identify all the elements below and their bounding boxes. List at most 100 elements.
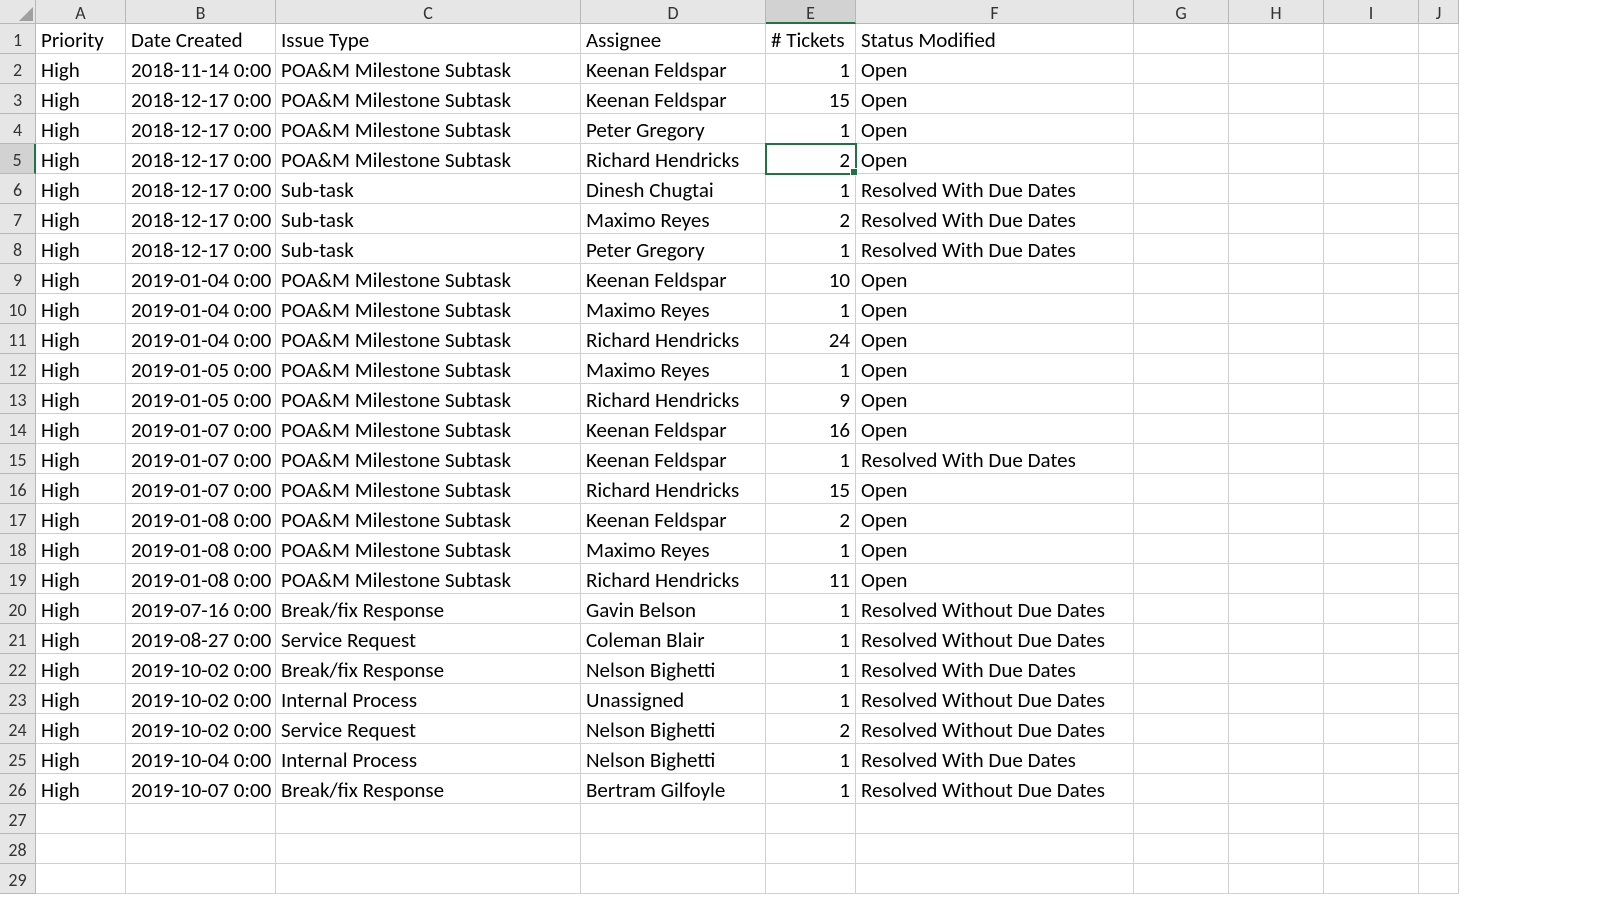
cell-G26[interactable] — [1134, 774, 1229, 804]
cell-H14[interactable] — [1229, 414, 1324, 444]
header-cell-F1[interactable]: Status Modified — [856, 24, 1134, 54]
cell-A25[interactable]: High — [36, 744, 126, 774]
cell-I18[interactable] — [1324, 534, 1419, 564]
cell-J29[interactable] — [1419, 864, 1459, 894]
cell-F29[interactable] — [856, 864, 1134, 894]
cell-D18[interactable]: Maximo Reyes — [581, 534, 766, 564]
cell-C20[interactable]: Break/fix Response — [276, 594, 581, 624]
cell-C3[interactable]: POA&M Milestone Subtask — [276, 84, 581, 114]
row-header-19[interactable]: 19 — [0, 564, 36, 594]
row-header-6[interactable]: 6 — [0, 174, 36, 204]
cell-C12[interactable]: POA&M Milestone Subtask — [276, 354, 581, 384]
cell-I10[interactable] — [1324, 294, 1419, 324]
cell-G13[interactable] — [1134, 384, 1229, 414]
cell-G10[interactable] — [1134, 294, 1229, 324]
cell-C22[interactable]: Break/fix Response — [276, 654, 581, 684]
cell-J13[interactable] — [1419, 384, 1459, 414]
cell-J10[interactable] — [1419, 294, 1459, 324]
cell-A7[interactable]: High — [36, 204, 126, 234]
cell-A11[interactable]: High — [36, 324, 126, 354]
cell-H12[interactable] — [1229, 354, 1324, 384]
cell-D25[interactable]: Nelson Bighetti — [581, 744, 766, 774]
cell-D4[interactable]: Peter Gregory — [581, 114, 766, 144]
cell-H19[interactable] — [1229, 564, 1324, 594]
cell-J22[interactable] — [1419, 654, 1459, 684]
cell-G16[interactable] — [1134, 474, 1229, 504]
cell-A19[interactable]: High — [36, 564, 126, 594]
row-header-8[interactable]: 8 — [0, 234, 36, 264]
cell-C18[interactable]: POA&M Milestone Subtask — [276, 534, 581, 564]
cell-C27[interactable] — [276, 804, 581, 834]
cell-J17[interactable] — [1419, 504, 1459, 534]
cell-B6[interactable]: 2018-12-17 0:00 — [126, 174, 276, 204]
cell-G25[interactable] — [1134, 744, 1229, 774]
cell-G29[interactable] — [1134, 864, 1229, 894]
cell-B4[interactable]: 2018-12-17 0:00 — [126, 114, 276, 144]
cell-E12[interactable]: 1 — [766, 354, 856, 384]
cell-E26[interactable]: 1 — [766, 774, 856, 804]
row-header-4[interactable]: 4 — [0, 114, 36, 144]
cell-E7[interactable]: 2 — [766, 204, 856, 234]
cell-E14[interactable]: 16 — [766, 414, 856, 444]
cell-D17[interactable]: Keenan Feldspar — [581, 504, 766, 534]
cell-C15[interactable]: POA&M Milestone Subtask — [276, 444, 581, 474]
cell-I17[interactable] — [1324, 504, 1419, 534]
cell-D7[interactable]: Maximo Reyes — [581, 204, 766, 234]
cell-I11[interactable] — [1324, 324, 1419, 354]
cell-C23[interactable]: Internal Process — [276, 684, 581, 714]
cell-I29[interactable] — [1324, 864, 1419, 894]
cell-B29[interactable] — [126, 864, 276, 894]
header-cell-D1[interactable]: Assignee — [581, 24, 766, 54]
cell-G19[interactable] — [1134, 564, 1229, 594]
cell-J19[interactable] — [1419, 564, 1459, 594]
cell-H9[interactable] — [1229, 264, 1324, 294]
cell-D23[interactable]: Unassigned — [581, 684, 766, 714]
cell-A15[interactable]: High — [36, 444, 126, 474]
cell-E3[interactable]: 15 — [766, 84, 856, 114]
cell-C13[interactable]: POA&M Milestone Subtask — [276, 384, 581, 414]
cell-H11[interactable] — [1229, 324, 1324, 354]
cell-I2[interactable] — [1324, 54, 1419, 84]
cell-B3[interactable]: 2018-12-17 0:00 — [126, 84, 276, 114]
cell-E21[interactable]: 1 — [766, 624, 856, 654]
cell-E10[interactable]: 1 — [766, 294, 856, 324]
cell-J21[interactable] — [1419, 624, 1459, 654]
cell-J14[interactable] — [1419, 414, 1459, 444]
cell-D11[interactable]: Richard Hendricks — [581, 324, 766, 354]
row-header-5[interactable]: 5 — [0, 144, 36, 174]
header-cell-A1[interactable]: Priority — [36, 24, 126, 54]
row-header-11[interactable]: 11 — [0, 324, 36, 354]
cell-H16[interactable] — [1229, 474, 1324, 504]
cell-C24[interactable]: Service Request — [276, 714, 581, 744]
cell-G4[interactable] — [1134, 114, 1229, 144]
cell-C11[interactable]: POA&M Milestone Subtask — [276, 324, 581, 354]
cell-H6[interactable] — [1229, 174, 1324, 204]
cell-A28[interactable] — [36, 834, 126, 864]
cell-H4[interactable] — [1229, 114, 1324, 144]
cell-G7[interactable] — [1134, 204, 1229, 234]
cell-F19[interactable]: Open — [856, 564, 1134, 594]
cell-F25[interactable]: Resolved With Due Dates — [856, 744, 1134, 774]
cell-D14[interactable]: Keenan Feldspar — [581, 414, 766, 444]
cell-E8[interactable]: 1 — [766, 234, 856, 264]
cell-G15[interactable] — [1134, 444, 1229, 474]
header-cell-J1[interactable] — [1419, 24, 1459, 54]
cell-B21[interactable]: 2019-08-27 0:00 — [126, 624, 276, 654]
cell-C28[interactable] — [276, 834, 581, 864]
cell-I6[interactable] — [1324, 174, 1419, 204]
cell-H27[interactable] — [1229, 804, 1324, 834]
cell-G11[interactable] — [1134, 324, 1229, 354]
cell-J11[interactable] — [1419, 324, 1459, 354]
cell-H28[interactable] — [1229, 834, 1324, 864]
cell-I12[interactable] — [1324, 354, 1419, 384]
cell-B23[interactable]: 2019-10-02 0:00 — [126, 684, 276, 714]
column-header-D[interactable]: D — [581, 0, 766, 24]
cell-H24[interactable] — [1229, 714, 1324, 744]
cell-A20[interactable]: High — [36, 594, 126, 624]
cell-B19[interactable]: 2019-01-08 0:00 — [126, 564, 276, 594]
cell-F5[interactable]: Open — [856, 144, 1134, 174]
row-header-24[interactable]: 24 — [0, 714, 36, 744]
cell-J3[interactable] — [1419, 84, 1459, 114]
row-header-20[interactable]: 20 — [0, 594, 36, 624]
cell-E5[interactable]: 2 — [766, 144, 856, 174]
